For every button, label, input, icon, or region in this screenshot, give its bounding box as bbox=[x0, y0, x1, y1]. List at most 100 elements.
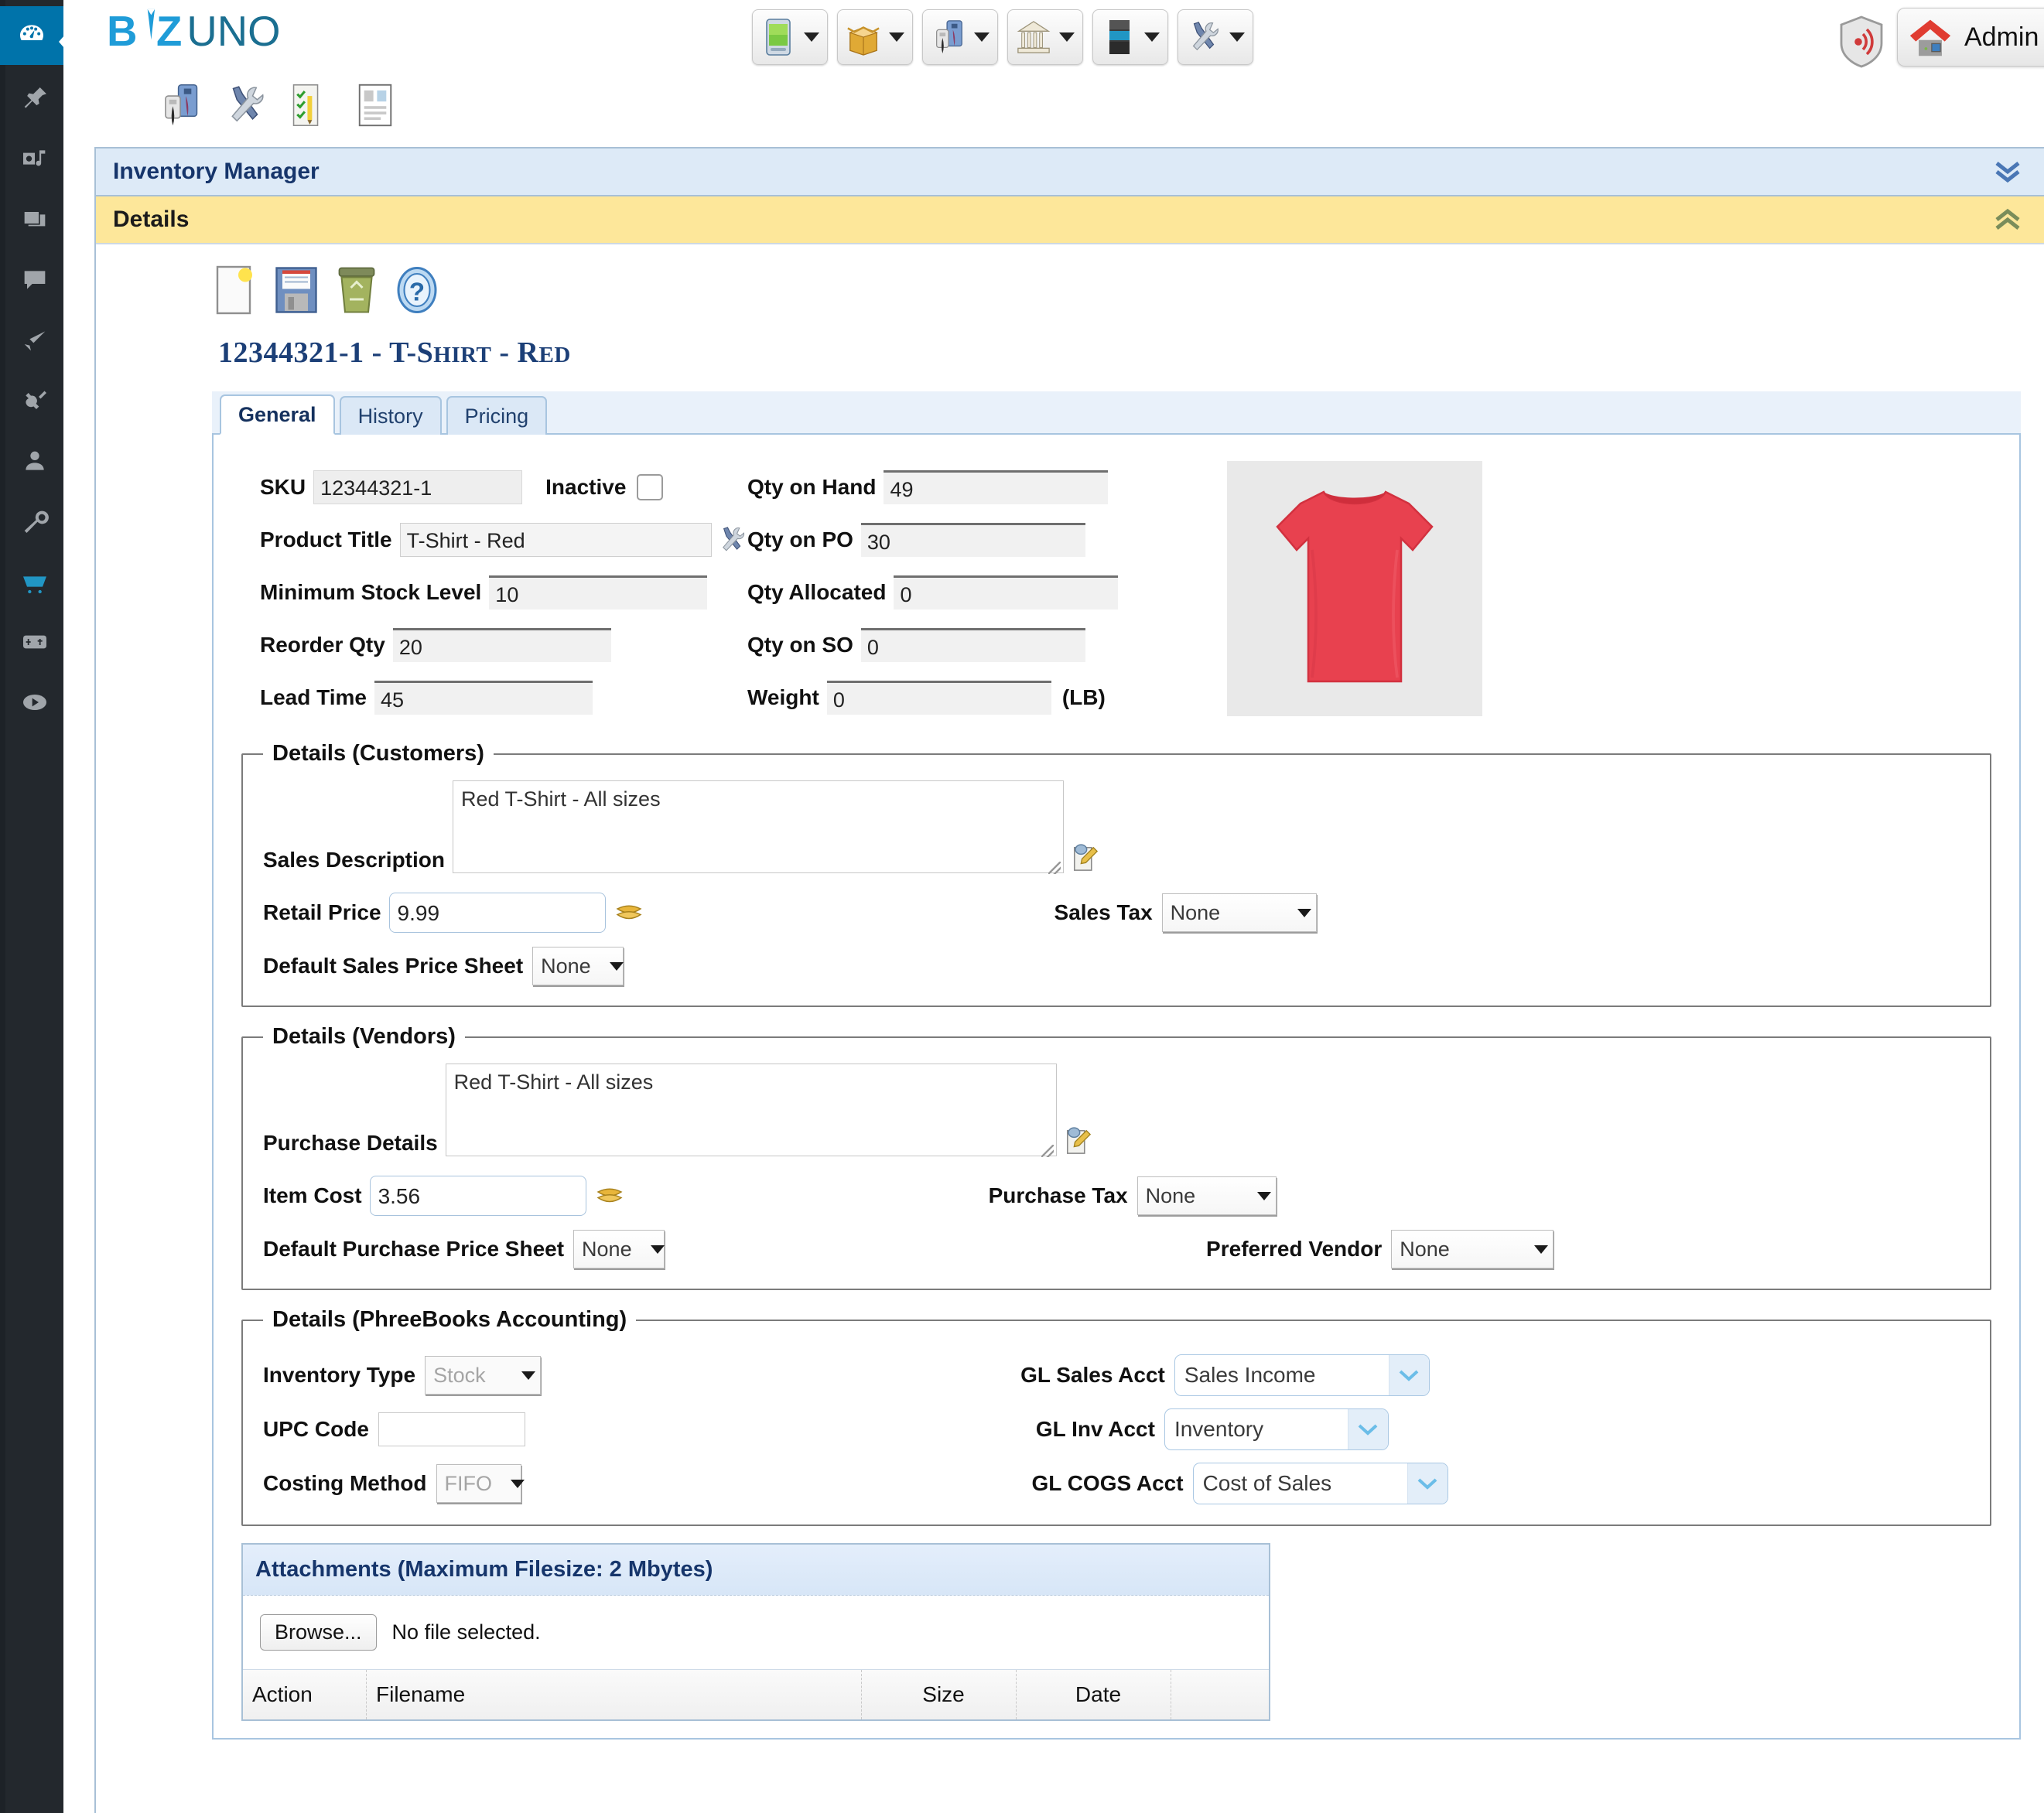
upc-code-label: UPC Code bbox=[263, 1417, 369, 1442]
money-icon[interactable] bbox=[614, 897, 644, 928]
qty-on-so-input[interactable]: 0 bbox=[861, 628, 1085, 662]
field-row-weight: Weight 0 (LB) bbox=[747, 671, 1181, 724]
sidebar-item-cart[interactable] bbox=[5, 554, 63, 613]
gl-cogs-acct-label: GL COGS Acct bbox=[1032, 1471, 1184, 1496]
bizuno-logo[interactable]: B Z UNO bbox=[100, 8, 332, 56]
inactive-checkbox[interactable] bbox=[637, 474, 663, 500]
sidebar-item-media[interactable] bbox=[5, 131, 63, 190]
column-action: Action bbox=[243, 1670, 367, 1719]
gl-sales-acct-value: Sales Income bbox=[1184, 1363, 1328, 1388]
product-title-input[interactable]: T-Shirt - Red bbox=[400, 523, 712, 557]
field-row-reorder-qty: Reorder Qty 20 bbox=[260, 619, 747, 671]
chevron-down-icon[interactable] bbox=[1407, 1463, 1448, 1504]
reorder-qty-input[interactable]: 20 bbox=[393, 628, 611, 662]
pencil-edit-icon[interactable] bbox=[1068, 840, 1099, 874]
tab-history[interactable]: History bbox=[340, 396, 442, 435]
sku-input[interactable]: 12344321-1 bbox=[313, 470, 522, 504]
default-sales-price-sheet-select[interactable]: None bbox=[532, 947, 624, 985]
chevron-double-down-icon[interactable] bbox=[1994, 160, 2021, 183]
sidebar-item-plugins[interactable] bbox=[5, 373, 63, 432]
contacts-icon[interactable] bbox=[156, 81, 204, 129]
title-separator-2: - bbox=[491, 336, 517, 369]
costing-method-select[interactable]: FIFO bbox=[436, 1464, 521, 1503]
qty-on-po-input[interactable]: 30 bbox=[861, 523, 1085, 557]
help-question-icon[interactable]: ? bbox=[393, 265, 441, 316]
toolbar-button-inventory[interactable] bbox=[837, 9, 913, 65]
chevron-down-icon[interactable] bbox=[889, 32, 904, 42]
money-icon[interactable] bbox=[594, 1180, 625, 1211]
toolbar-button-banking[interactable] bbox=[1007, 9, 1083, 65]
qty-allocated-input[interactable]: 0 bbox=[894, 575, 1118, 609]
sales-description-label: Sales Description bbox=[263, 848, 445, 877]
shield-icon[interactable] bbox=[1837, 14, 1886, 73]
lead-time-label: Lead Time bbox=[260, 685, 367, 710]
chevron-down-icon[interactable] bbox=[1348, 1409, 1388, 1449]
sidebar-item-pin[interactable] bbox=[5, 71, 63, 130]
default-purchase-price-sheet-select[interactable]: None bbox=[573, 1230, 665, 1268]
tools-icon[interactable] bbox=[716, 524, 747, 556]
sidebar-item-collapse[interactable] bbox=[5, 674, 63, 733]
user-menu-button[interactable]: Admin bbox=[1897, 8, 2044, 67]
sidebar-item-appearance[interactable] bbox=[5, 312, 63, 371]
pin-icon bbox=[19, 84, 50, 118]
chevron-down-icon bbox=[610, 962, 624, 971]
upc-code-input[interactable] bbox=[378, 1412, 525, 1446]
gl-sales-acct-select[interactable]: Sales Income bbox=[1174, 1354, 1430, 1396]
inventory-type-label: Inventory Type bbox=[263, 1363, 415, 1388]
bank-icon bbox=[1016, 17, 1051, 57]
chevron-down-icon[interactable] bbox=[974, 32, 990, 42]
chevron-down-icon[interactable] bbox=[1059, 32, 1075, 42]
sales-tax-select[interactable]: None bbox=[1162, 893, 1317, 932]
chevron-down-icon[interactable] bbox=[1229, 32, 1245, 42]
module-title-bar[interactable]: Inventory Manager bbox=[96, 149, 2044, 196]
floppy-save-icon[interactable] bbox=[272, 265, 320, 316]
details-title-bar[interactable]: Details bbox=[96, 196, 2044, 244]
module-toolbar bbox=[752, 9, 1253, 65]
toolbar-button-contacts[interactable] bbox=[922, 9, 998, 65]
default-sales-price-sheet-value: None bbox=[541, 954, 605, 978]
chevron-double-up-icon[interactable] bbox=[1994, 208, 2021, 231]
drawer-icon bbox=[1101, 17, 1137, 57]
tab-general-label: General bbox=[238, 403, 316, 426]
retail-price-input[interactable]: 9.99 bbox=[389, 893, 606, 933]
browse-button[interactable]: Browse... bbox=[260, 1614, 377, 1651]
purchase-details-textarea[interactable] bbox=[446, 1064, 1057, 1156]
sales-description-textarea[interactable] bbox=[453, 780, 1064, 873]
toolbar-button-reports[interactable] bbox=[1092, 9, 1168, 65]
sales-description-wrapper bbox=[445, 780, 1064, 877]
inventory-type-select[interactable]: Stock bbox=[425, 1356, 541, 1395]
sales-tax-value: None bbox=[1171, 901, 1235, 925]
pencil-edit-icon[interactable] bbox=[1061, 1123, 1092, 1157]
sidebar-item-comments[interactable] bbox=[5, 252, 63, 311]
sidebar-item-users[interactable] bbox=[5, 433, 63, 492]
chevron-down-icon[interactable] bbox=[1144, 32, 1160, 42]
minimum-stock-level-input[interactable]: 10 bbox=[489, 575, 707, 609]
toolbar-button-mobile[interactable] bbox=[752, 9, 828, 65]
costing-method-value: FIFO bbox=[445, 1472, 507, 1496]
qty-on-hand-input[interactable]: 49 bbox=[884, 470, 1108, 504]
document-icon[interactable] bbox=[351, 81, 399, 129]
field-row-qty-on-hand: Qty on Hand 49 bbox=[747, 461, 1181, 514]
toolbar-button-tools[interactable] bbox=[1178, 9, 1253, 65]
gl-cogs-acct-select[interactable]: Cost of Sales bbox=[1193, 1463, 1448, 1504]
chevron-down-icon[interactable] bbox=[1389, 1355, 1429, 1395]
gl-inv-acct-select[interactable]: Inventory bbox=[1164, 1408, 1389, 1450]
checklist-pencil-icon[interactable] bbox=[286, 81, 334, 129]
sidebar-item-pages[interactable] bbox=[5, 192, 63, 251]
recycle-bin-icon[interactable] bbox=[333, 265, 381, 316]
preferred-vendor-select[interactable]: None bbox=[1391, 1230, 1554, 1268]
chevron-down-icon[interactable] bbox=[804, 32, 819, 42]
lead-time-input[interactable]: 45 bbox=[374, 681, 593, 715]
sidebar-item-modules[interactable] bbox=[5, 614, 63, 673]
tools-icon[interactable] bbox=[221, 81, 269, 129]
tab-general[interactable]: General bbox=[220, 394, 335, 435]
qty-on-hand-label: Qty on Hand bbox=[747, 475, 876, 500]
sidebar-item-tools[interactable] bbox=[5, 493, 63, 552]
sidebar-item-dashboard[interactable] bbox=[0, 6, 63, 65]
tab-pricing[interactable]: Pricing bbox=[446, 396, 548, 435]
new-page-icon[interactable] bbox=[212, 265, 260, 316]
weight-input[interactable]: 0 bbox=[827, 681, 1051, 715]
purchase-tax-select[interactable]: None bbox=[1137, 1176, 1277, 1215]
item-cost-input[interactable]: 3.56 bbox=[370, 1176, 586, 1216]
sales-description-row: Sales Description bbox=[263, 780, 1970, 877]
